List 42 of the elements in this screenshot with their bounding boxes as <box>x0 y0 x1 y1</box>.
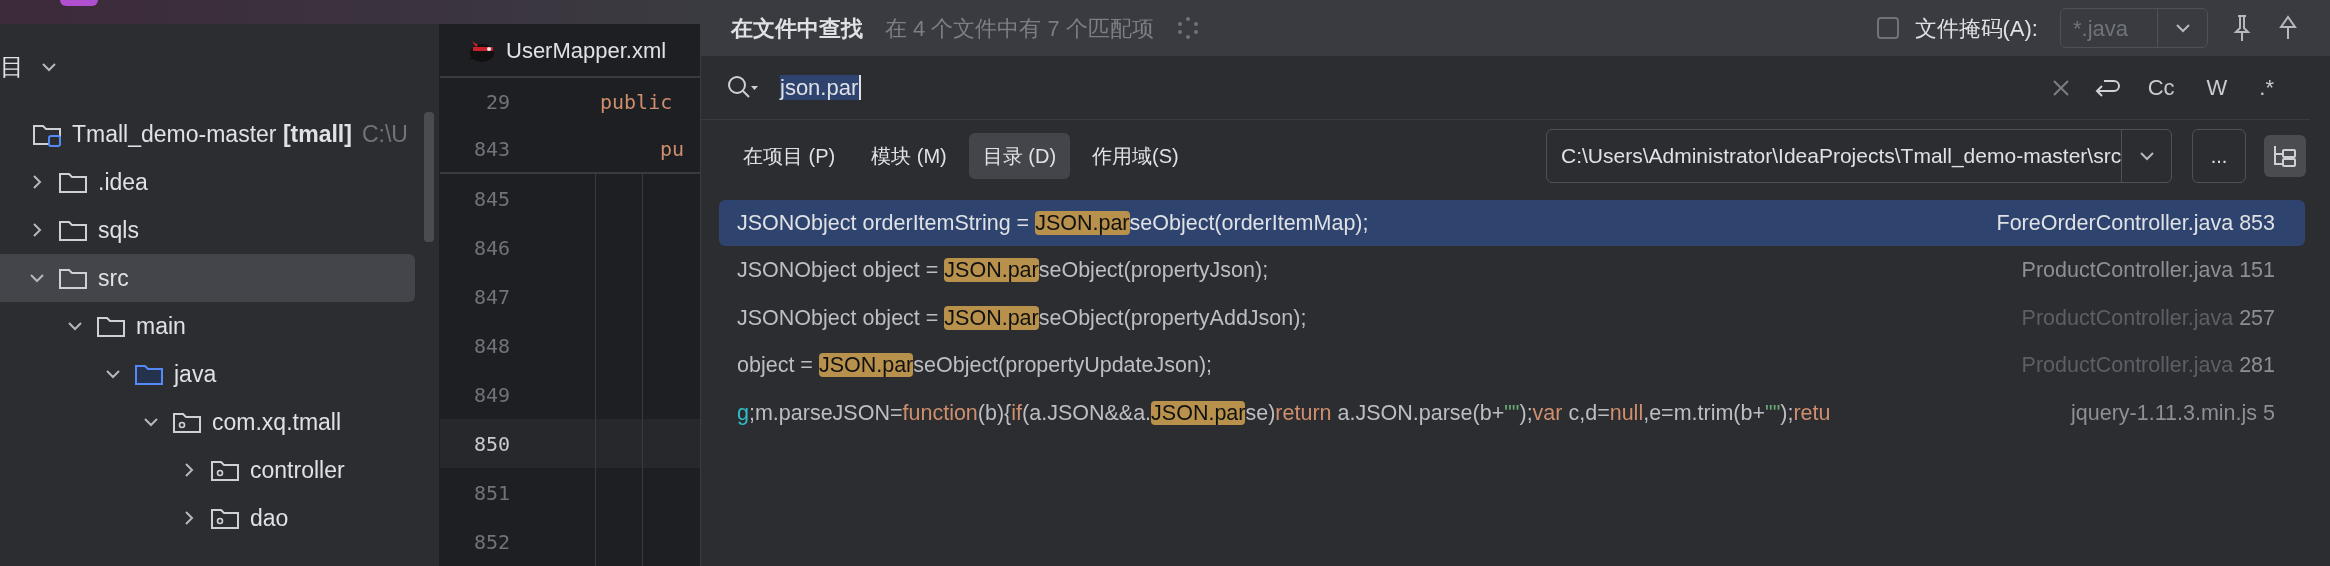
line-number: 852 <box>472 528 510 556</box>
match-summary: 在 4 个文件中有 7 个匹配项 <box>885 14 1154 43</box>
line-number: 849 <box>472 381 510 409</box>
search-option-button[interactable]: W <box>2200 71 2234 104</box>
tree-item[interactable]: src <box>0 254 415 302</box>
code-text: public <box>600 88 673 116</box>
scrollbar-thumb[interactable] <box>424 112 434 242</box>
line-number: 848 <box>472 332 510 360</box>
scope-tab[interactable]: 目录 (D) <box>968 133 1071 179</box>
app-icon <box>60 0 98 6</box>
tree-item[interactable]: com.xq.tmall <box>0 398 415 446</box>
line-number: 846 <box>472 234 510 262</box>
tree-item[interactable]: sqls <box>0 206 415 254</box>
line-number: 850 <box>472 430 510 458</box>
dialog-title: 在文件中查找 <box>731 14 863 43</box>
search-option-button[interactable]: .* <box>2253 71 2280 104</box>
tree-item[interactable]: dao <box>0 494 415 542</box>
tree-item[interactable]: controller <box>0 446 415 494</box>
directory-combo[interactable]: C:\Users\Administrator\IdeaProjects\Tmall_demo-master\src <box>1546 129 2172 183</box>
tree-view-button[interactable] <box>2264 135 2306 177</box>
line-number: 851 <box>472 479 510 507</box>
scope-tab[interactable]: 在项目 (P) <box>729 133 850 179</box>
scope-tab[interactable]: 模块 (M) <box>857 133 961 179</box>
code-text: pu <box>660 135 685 163</box>
tree-item[interactable]: .idea <box>0 158 415 206</box>
result-row[interactable]: JSONObject orderItemString = JSON.parseObject(orderItemMap); ForeOrderController.java 853 <box>719 200 2305 246</box>
tree-item[interactable]: java <box>0 350 415 398</box>
line-number: 29 <box>484 88 510 116</box>
scope-tab[interactable]: 作用域(S) <box>1078 133 1193 179</box>
editor-tab[interactable]: UserMapper.xml <box>464 33 667 67</box>
browse-button[interactable]: ... <box>2192 129 2246 183</box>
line-number: 847 <box>472 283 510 311</box>
tree-item[interactable]: main <box>0 302 415 350</box>
file-mask-checkbox[interactable] <box>1876 17 1899 39</box>
tree-item[interactable]: Tmall_demo-master [tmall] C:\U <box>0 110 415 158</box>
search-option-button[interactable]: Cc <box>2141 71 2181 104</box>
spinner-icon <box>1175 16 1200 40</box>
line-number: 845 <box>472 185 510 213</box>
search-field[interactable]: json.par <box>780 72 2030 103</box>
file-mask-label: 文件掩码(A): <box>1914 14 2038 43</box>
line-number: 843 <box>472 135 510 163</box>
panel-title[interactable]: 目 <box>0 49 24 85</box>
